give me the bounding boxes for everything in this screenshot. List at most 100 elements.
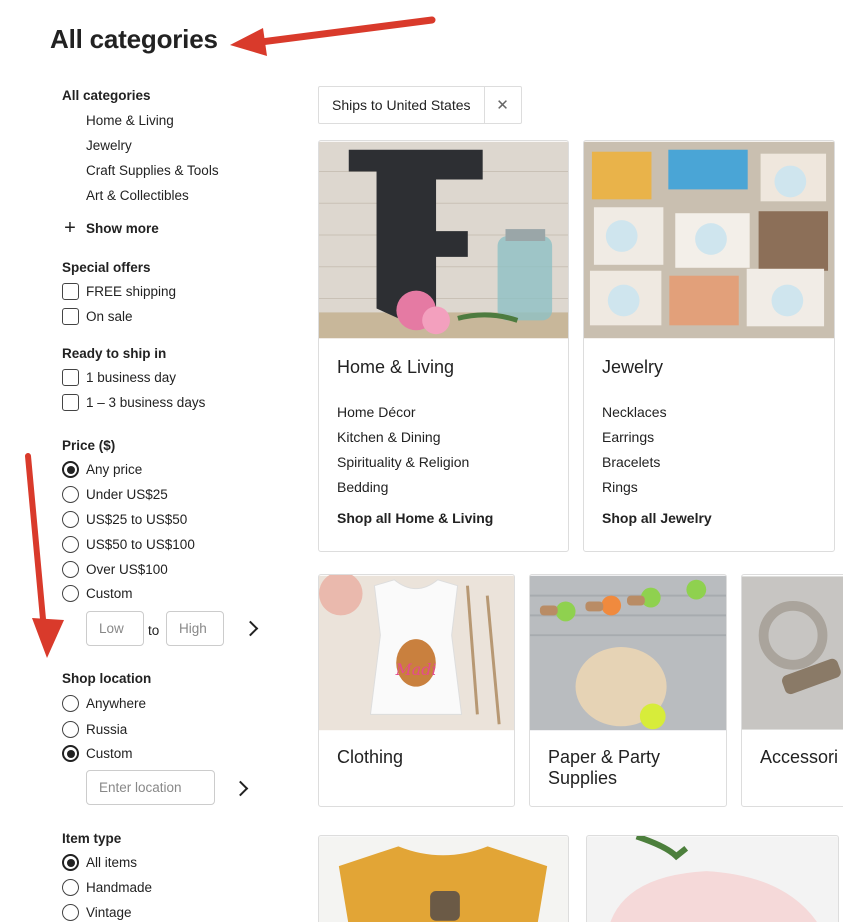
card-title: Jewelry <box>602 357 664 377</box>
shop-location-heading: Shop location <box>62 671 152 686</box>
card-title: Home & Living <box>337 357 455 377</box>
category-link-home-living[interactable]: Home & Living <box>86 113 174 128</box>
price-over-100-radio[interactable]: Over US$100 <box>62 561 168 578</box>
show-more-button[interactable]: + Show more <box>62 218 159 238</box>
radio-label: US$50 to US$100 <box>86 537 195 552</box>
category-card-clothing[interactable]: Madi Clothing <box>318 574 515 807</box>
radio-label: Custom <box>86 746 133 761</box>
category-link-craft-supplies[interactable]: Craft Supplies & Tools <box>86 163 219 178</box>
item-type-heading: Item type <box>62 831 122 846</box>
free-shipping-checkbox[interactable]: FREE shipping <box>62 283 176 300</box>
price-25-50-radio[interactable]: US$25 to US$50 <box>62 511 187 528</box>
category-card-mask[interactable] <box>586 835 839 922</box>
location-custom-radio[interactable]: Custom <box>62 745 133 762</box>
annotation-arrow-icon <box>230 16 436 56</box>
radio-label: Any price <box>86 462 143 477</box>
item-type-handmade-radio[interactable]: Handmade <box>62 879 152 896</box>
radio-button[interactable] <box>62 585 79 602</box>
show-more-label: Show more <box>86 220 159 236</box>
chip-label: Ships to United States <box>319 87 485 123</box>
card-title: Paper & Party Supplies <box>548 747 661 788</box>
radio-label: Russia <box>86 722 128 737</box>
subcategory-link[interactable]: Spirituality & Religion <box>337 454 469 470</box>
radio-button[interactable] <box>62 461 79 478</box>
card-title: Accessori <box>760 747 839 767</box>
radio-label: Custom <box>86 586 133 601</box>
item-type-all-radio[interactable]: All items <box>62 854 137 871</box>
price-any-radio[interactable]: Any price <box>62 461 142 478</box>
ready-to-ship-heading: Ready to ship in <box>62 346 167 361</box>
radio-button[interactable] <box>62 695 79 712</box>
category-card-shirt[interactable] <box>318 835 569 922</box>
category-card-paper-party[interactable]: Paper & Party Supplies <box>529 574 727 807</box>
radio-label: Over US$100 <box>86 562 168 577</box>
page-title: All categories <box>50 24 218 54</box>
price-under-25-radio[interactable]: Under US$25 <box>62 486 168 503</box>
category-link-art[interactable]: Art & Collectibles <box>86 188 189 203</box>
category-link-jewelry[interactable]: Jewelry <box>86 138 132 153</box>
price-heading: Price ($) <box>62 438 116 453</box>
checkbox-box[interactable] <box>62 394 79 411</box>
location-russia-radio[interactable]: Russia <box>62 721 127 738</box>
price-to-label: to <box>148 623 160 638</box>
radio-label: Anywhere <box>86 696 147 711</box>
svg-text:Madi: Madi <box>395 660 437 679</box>
category-card-home-living[interactable]: Home & Living Home Décor Kitchen & Dinin… <box>318 140 569 552</box>
categories-heading[interactable]: All categories <box>62 88 151 103</box>
price-submit-chevron-icon[interactable] <box>242 620 259 637</box>
checkbox-label: 1 – 3 business days <box>86 395 206 410</box>
radio-button[interactable] <box>62 561 79 578</box>
checkbox-label: FREE shipping <box>86 284 177 299</box>
accessories-image <box>742 576 843 730</box>
annotation-arrow-icon <box>25 453 64 658</box>
jewelry-image <box>584 141 834 339</box>
price-50-100-radio[interactable]: US$50 to US$100 <box>62 536 195 553</box>
price-custom-radio[interactable]: Custom <box>62 585 133 602</box>
price-low-input[interactable] <box>86 611 144 646</box>
radio-button[interactable] <box>62 904 79 921</box>
subcategory-link[interactable]: Rings <box>602 479 638 495</box>
location-anywhere-radio[interactable]: Anywhere <box>62 695 146 712</box>
subcategory-link[interactable]: Kitchen & Dining <box>337 429 441 445</box>
clothing-image: Madi <box>319 575 514 731</box>
radio-button[interactable] <box>62 536 79 553</box>
radio-button[interactable] <box>62 511 79 528</box>
radio-label: All items <box>86 855 138 870</box>
shop-all-link[interactable]: Shop all Home & Living <box>337 510 493 526</box>
radio-button[interactable] <box>62 854 79 871</box>
checkbox-box[interactable] <box>62 308 79 325</box>
item-type-vintage-radio[interactable]: Vintage <box>62 904 132 921</box>
paper-party-image <box>530 575 726 731</box>
subcategory-link[interactable]: Bedding <box>337 479 388 495</box>
home-living-image <box>319 141 568 339</box>
on-sale-checkbox[interactable]: On sale <box>62 308 133 325</box>
location-input[interactable] <box>86 770 215 805</box>
subcategory-link[interactable]: Earrings <box>602 429 654 445</box>
ship-1-day-checkbox[interactable]: 1 business day <box>62 369 176 386</box>
radio-label: US$25 to US$50 <box>86 512 188 527</box>
radio-label: Under US$25 <box>86 487 168 502</box>
subcategory-link[interactable]: Home Décor <box>337 404 416 420</box>
card-title: Clothing <box>337 747 404 767</box>
radio-button[interactable] <box>62 879 79 896</box>
shop-all-link[interactable]: Shop all Jewelry <box>602 510 712 526</box>
subcategory-link[interactable]: Necklaces <box>602 404 667 420</box>
special-offers-heading: Special offers <box>62 260 151 275</box>
ship-1-3-days-checkbox[interactable]: 1 – 3 business days <box>62 394 205 411</box>
checkbox-box[interactable] <box>62 369 79 386</box>
location-submit-chevron-icon[interactable] <box>232 780 249 797</box>
radio-label: Handmade <box>86 880 153 895</box>
subcategory-link[interactable]: Bracelets <box>602 454 660 470</box>
checkbox-box[interactable] <box>62 283 79 300</box>
radio-label: Vintage <box>86 905 132 920</box>
shirt-image <box>319 836 568 922</box>
radio-button[interactable] <box>62 721 79 738</box>
checkbox-label: 1 business day <box>86 370 177 385</box>
category-card-jewelry[interactable]: Jewelry Necklaces Earrings Bracelets Rin… <box>583 140 835 552</box>
mask-image <box>587 836 838 922</box>
radio-button[interactable] <box>62 486 79 503</box>
close-icon[interactable]: ✕ <box>485 87 521 123</box>
radio-button[interactable] <box>62 745 79 762</box>
category-card-accessories[interactable]: Accessori <box>741 574 843 807</box>
price-high-input[interactable] <box>166 611 224 646</box>
